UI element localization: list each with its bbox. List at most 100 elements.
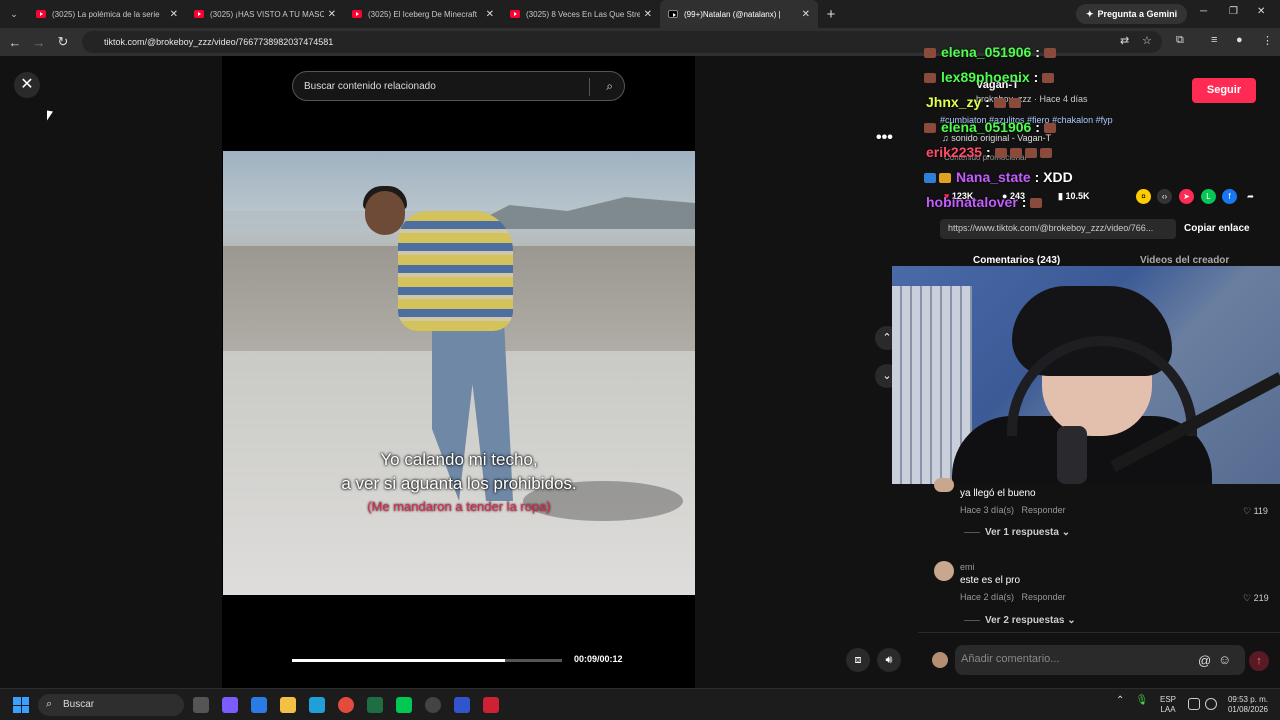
close-tab-icon[interactable]: ✕	[328, 9, 336, 20]
send-comment-button[interactable]: ↑	[1249, 651, 1269, 671]
mouse-cursor-icon	[47, 110, 53, 122]
follow-button[interactable]: Seguir	[1192, 78, 1256, 103]
microphone-icon	[1057, 426, 1087, 484]
coin-icon[interactable]: ¤	[1136, 189, 1151, 204]
mention-icon[interactable]: @	[1198, 653, 1211, 668]
volume-icon[interactable]: 🔊︎	[877, 648, 901, 672]
gemini-button[interactable]: ✦ Pregunta a Gemini	[1076, 4, 1188, 24]
minimize-button[interactable]: ─	[1200, 6, 1207, 17]
view-replies-button[interactable]: Ver 1 respuesta ⌄	[985, 527, 1070, 538]
folder-icon[interactable]	[280, 697, 296, 713]
view-replies-button[interactable]: Ver 2 respuestas ⌄	[985, 615, 1076, 626]
browser-tab[interactable]: (3025) ¡HAS VISTO A TU MASC ✕	[186, 0, 344, 28]
comment-text: ya llegó el bueno	[960, 488, 1036, 499]
volume-icon[interactable]	[1205, 698, 1217, 710]
emote-icon	[1008, 98, 1021, 109]
emote-icon	[994, 148, 1007, 159]
share-icon[interactable]: ➦	[1243, 189, 1258, 204]
copy-link-button[interactable]: Copiar enlace	[1184, 223, 1250, 234]
pip-icon[interactable]: ⧈	[846, 648, 870, 672]
chat-message: hobinatalover :	[924, 194, 1045, 210]
new-tab-button[interactable]: +	[818, 6, 844, 23]
clock[interactable]: 09:53 p. m. 01/08/2026	[1222, 695, 1268, 715]
gemini-icon: ✦	[1086, 8, 1094, 19]
browser-tab-active[interactable]: (99+)Natalan (@natalanx) | ✕	[660, 0, 818, 28]
browser-tab[interactable]: (3025) El Iceberg De Minecraft ✕	[344, 0, 502, 28]
chat-message: elena_051906 :	[924, 44, 1059, 60]
avatar	[932, 652, 948, 668]
menu-icon[interactable]: ⋮	[1262, 34, 1273, 47]
browser-tab[interactable]: (3025) La polémica de la serie ✕	[28, 0, 186, 28]
network-icon[interactable]	[1188, 698, 1200, 710]
media-icon[interactable]: ≡	[1211, 34, 1217, 46]
store-icon[interactable]	[251, 697, 267, 713]
video-player[interactable]: Buscar contenido relacionado ⌕ Yo caland…	[222, 56, 695, 688]
emote-icon	[1009, 148, 1022, 159]
close-tab-icon[interactable]: ✕	[486, 9, 494, 20]
app-icon[interactable]	[425, 697, 441, 713]
close-tab-icon[interactable]: ✕	[644, 9, 652, 20]
translate-icon[interactable]: ⇄	[1120, 34, 1129, 47]
webcam-overlay	[892, 266, 1280, 484]
video-link-field[interactable]: https://www.tiktok.com/@brokeboy_zzz/vid…	[940, 219, 1176, 239]
windows-start-icon[interactable]	[13, 697, 29, 713]
copilot-icon[interactable]	[222, 697, 238, 713]
video-frame: Yo calando mi techo, a ver si aguanta los…	[223, 151, 695, 595]
close-video-button[interactable]: ✕	[14, 72, 40, 98]
profile-icon[interactable]: ●	[1236, 34, 1243, 46]
tiktok-icon	[668, 10, 678, 18]
tab-search-icon[interactable]: ⌄	[0, 9, 28, 20]
back-icon[interactable]: ←	[3, 35, 27, 50]
language-indicator[interactable]: ESP LAA	[1160, 695, 1176, 715]
avatar[interactable]	[934, 478, 954, 492]
browser-tab[interactable]: (3025) 8 Veces En Las Que Stre ✕	[502, 0, 660, 28]
video-progress-bar[interactable]	[292, 659, 562, 662]
app-icon[interactable]	[454, 697, 470, 713]
bookmark-star-icon[interactable]: ☆	[1142, 34, 1152, 47]
close-window-button[interactable]: ✕	[1257, 6, 1265, 17]
excel-icon[interactable]	[367, 697, 383, 713]
save-count[interactable]: ▮ 10.5K	[1058, 191, 1089, 202]
close-tab-icon[interactable]: ✕	[170, 9, 178, 20]
search-icon[interactable]: ⌕	[606, 79, 613, 94]
youtube-icon	[352, 10, 362, 18]
reply-button[interactable]: Responder	[1022, 505, 1066, 515]
comment-like[interactable]: ♡ 119	[1243, 506, 1268, 517]
chat-message: erik2235 :	[924, 144, 1055, 160]
related-search-input[interactable]: Buscar contenido relacionado ⌕	[292, 71, 625, 101]
chrome-icon[interactable]	[338, 697, 354, 713]
microphone-icon: 🎙︎	[1135, 695, 1149, 706]
edge-icon[interactable]	[309, 697, 325, 713]
app-icon[interactable]	[396, 697, 412, 713]
maximize-button[interactable]: ❐	[1229, 6, 1238, 17]
chat-message: elena_051906 :	[924, 119, 1059, 135]
comment-text: este es el pro	[960, 575, 1021, 586]
divider	[589, 78, 590, 96]
emote-icon	[1043, 48, 1056, 59]
system-tray[interactable]: ⌃ 🎙︎	[1116, 695, 1148, 706]
reply-button[interactable]: Responder	[1022, 592, 1066, 602]
emoji-icon[interactable]: ☺	[1218, 652, 1231, 667]
forward-icon[interactable]: →	[27, 35, 51, 50]
close-tab-icon[interactable]: ✕	[802, 9, 810, 20]
taskbar-search[interactable]: ⌕ Buscar	[38, 694, 184, 716]
avatar[interactable]	[934, 561, 954, 581]
more-options-icon[interactable]: •••	[876, 129, 893, 147]
comment-author[interactable]: emi	[960, 562, 975, 572]
comment-like[interactable]: ♡ 219	[1243, 593, 1269, 604]
reload-icon[interactable]: ↻	[51, 34, 75, 50]
tab-creator-videos[interactable]: Videos del creador	[1140, 255, 1229, 266]
send-icon[interactable]: ➤	[1179, 189, 1194, 204]
heart-outline-icon: ♡	[1243, 593, 1252, 603]
facebook-icon[interactable]: f	[1222, 189, 1237, 204]
task-view-icon[interactable]	[193, 697, 209, 713]
tab-comments[interactable]: Comentarios (243)	[973, 255, 1060, 266]
emote-icon	[1039, 148, 1052, 159]
video-subtitle: Yo calando mi techo, a ver si aguanta los…	[341, 450, 577, 493]
app-icon[interactable]	[483, 697, 499, 713]
chat-message: lex89phoenix :	[924, 69, 1057, 85]
line-icon[interactable]: L	[1201, 189, 1216, 204]
chat-message: Jhnx_zy :	[924, 94, 1024, 110]
embed-icon[interactable]: ‹›	[1157, 189, 1172, 204]
extensions-icon[interactable]: ⧉	[1176, 34, 1184, 47]
